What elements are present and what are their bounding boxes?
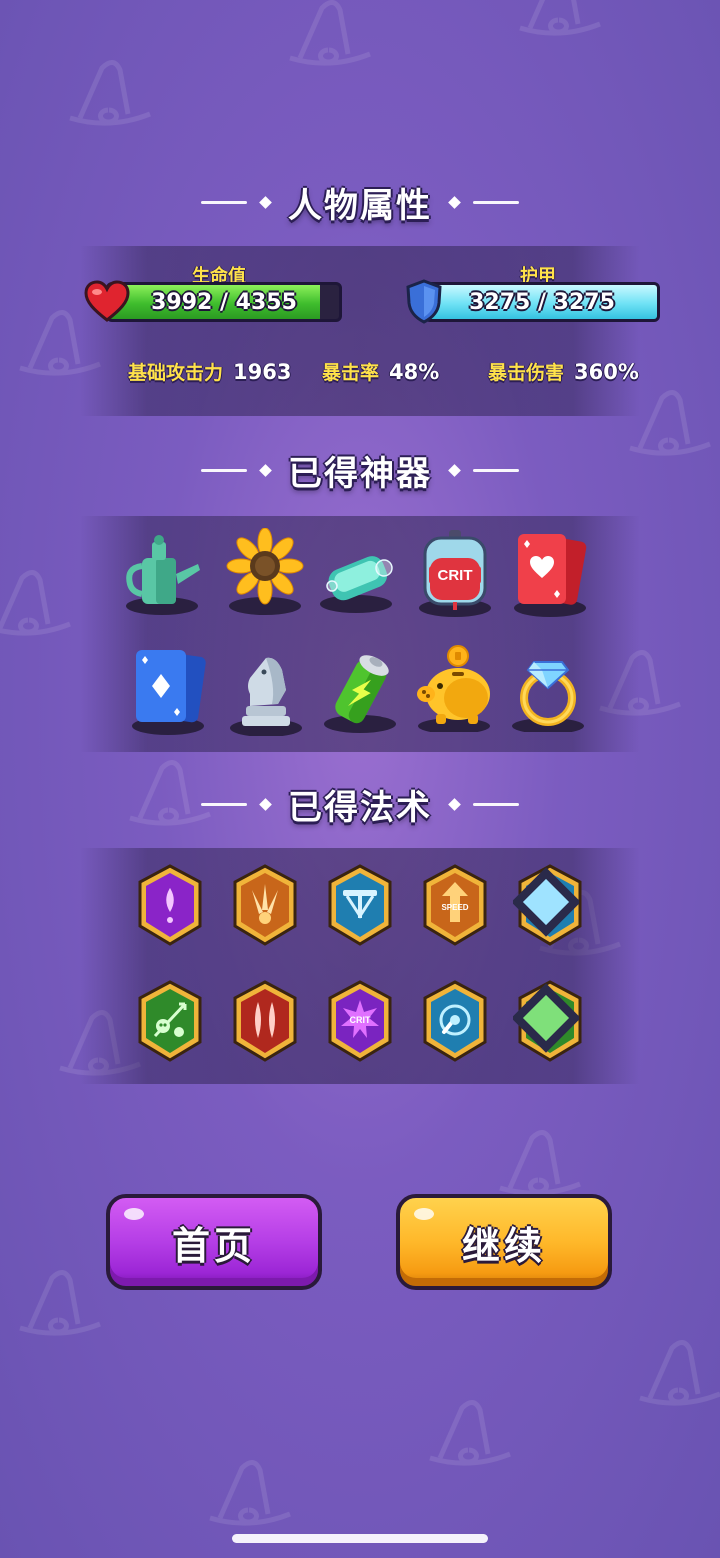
divider — [473, 468, 519, 472]
home-indicator[interactable] — [232, 1534, 488, 1543]
divider — [473, 802, 519, 806]
divider — [201, 802, 247, 806]
artifact-watering-can[interactable] — [122, 528, 202, 618]
double-claw-spell-icon — [233, 980, 297, 1062]
poison-skull-spell-icon — [138, 980, 202, 1062]
artifact-soap[interactable] — [318, 528, 398, 618]
crit-rate-stat: 暴击率 48% — [322, 358, 439, 385]
attributes-title: 人物属性 — [288, 185, 432, 226]
orbit-spell-icon — [423, 980, 487, 1062]
diamond-ornament-icon — [259, 195, 272, 209]
watering-can-icon — [126, 535, 200, 615]
crit-potion-bag-icon: CRIT — [419, 530, 491, 617]
attributes-panel — [80, 246, 640, 416]
artifacts-section-title: 已得神器 — [0, 440, 720, 500]
button-shine — [124, 1208, 144, 1220]
armor-value: 3275 / 3275 — [469, 289, 615, 315]
spells-section-title: 已得法术 — [0, 774, 720, 834]
chess-knight-icon — [230, 657, 302, 737]
stat-label: 基础攻击力 — [128, 362, 224, 384]
diamond-ring-icon — [512, 661, 584, 734]
artifact-heart-card[interactable] — [510, 528, 590, 618]
stat-value: 360% — [574, 360, 639, 384]
attributes-section-title: 人物属性 — [0, 172, 720, 232]
artifact-sunflower[interactable] — [225, 527, 305, 618]
heart-icon — [84, 280, 130, 322]
button-shine — [414, 1208, 434, 1220]
spell-orbit[interactable] — [422, 980, 488, 1064]
heart-card-icon — [514, 534, 587, 617]
battery-icon — [324, 655, 396, 733]
artifact-battery[interactable] — [320, 646, 400, 736]
crit-burst-spell-icon: CRIT — [328, 980, 392, 1062]
spells-title: 已得法术 — [288, 787, 432, 828]
artifact-piggy-bank[interactable] — [414, 642, 494, 734]
speed-up-spell-icon: SPEED — [423, 864, 487, 946]
artifact-diamond-card[interactable] — [128, 646, 208, 736]
stat-label: 暴击伤害 — [488, 362, 565, 384]
diamond-ornament-icon — [259, 463, 272, 477]
base-attack-stat: 基础攻击力 1963 — [128, 358, 291, 385]
triple-shot-spell-icon — [233, 864, 297, 946]
diamond-ornament-icon — [448, 195, 461, 209]
shield-icon — [406, 279, 442, 324]
spell-poison-skull[interactable] — [137, 980, 203, 1064]
crit-text: CRIT — [350, 1015, 371, 1025]
continue-button[interactable]: 继续 — [396, 1194, 612, 1290]
upgrade-gem-icon — [513, 983, 579, 1053]
spell-sheep[interactable] — [513, 980, 583, 1064]
purple-bolt-spell-icon — [138, 864, 202, 946]
artifacts-title: 已得神器 — [288, 453, 432, 494]
diamond-card-icon — [132, 650, 206, 735]
spell-triple-shot[interactable] — [232, 864, 298, 948]
divider — [473, 200, 519, 204]
artifact-chess-knight[interactable] — [226, 646, 306, 737]
continue-button-label: 继续 — [461, 1223, 546, 1268]
stat-value: 48% — [389, 360, 440, 384]
divider — [201, 200, 247, 204]
piggy-bank-icon — [417, 645, 490, 734]
speed-text: SPEED — [441, 903, 468, 912]
home-button[interactable]: 首页 — [106, 1194, 322, 1290]
diamond-ornament-icon — [448, 797, 461, 811]
spell-purple-bolt[interactable] — [137, 864, 203, 948]
diamond-ornament-icon — [259, 797, 272, 811]
artifact-crit-potion[interactable]: CRIT — [415, 528, 495, 618]
stat-label: 暴击率 — [322, 362, 380, 384]
crit-damage-stat: 暴击伤害 360% — [488, 358, 639, 385]
divider — [201, 468, 247, 472]
home-button-label: 首页 — [171, 1223, 256, 1268]
crit-text: CRIT — [438, 567, 473, 584]
hp-bar: 3992 / 4355 — [106, 282, 342, 322]
spell-speed-up[interactable]: SPEED — [422, 864, 488, 948]
crossbow-spell-icon — [328, 864, 392, 946]
armor-bar: 3275 / 3275 — [424, 282, 660, 322]
sunflower-icon — [226, 527, 304, 615]
spell-double-claw[interactable] — [232, 980, 298, 1064]
stat-value: 1963 — [233, 360, 292, 384]
spell-crossbow[interactable] — [327, 864, 393, 948]
diamond-ornament-icon — [448, 463, 461, 477]
soap-bar-icon — [320, 556, 393, 613]
upgrade-gem-icon — [513, 867, 579, 937]
spell-ice-shard[interactable] — [513, 864, 583, 948]
spell-crit-burst[interactable]: CRIT — [327, 980, 393, 1064]
artifact-diamond-ring[interactable] — [508, 642, 588, 734]
hp-value: 3992 / 4355 — [151, 289, 297, 315]
